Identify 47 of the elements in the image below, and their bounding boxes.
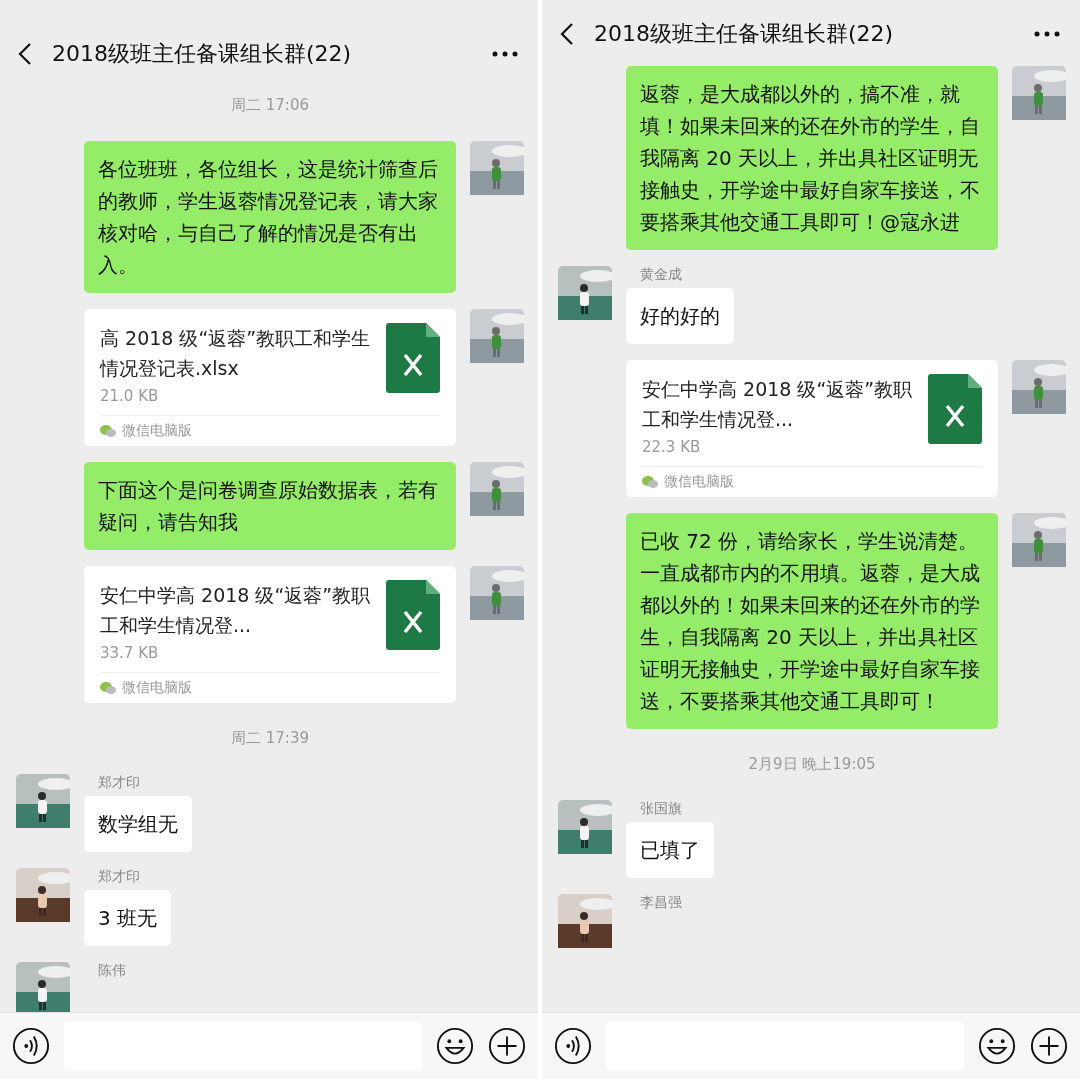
file-name: 高 2018 级“返蓉”教职工和学生情况登记表.xlsx <box>100 326 372 381</box>
file-source: 微信电脑版 <box>122 422 192 440</box>
back-icon[interactable] <box>560 22 574 46</box>
chat-title: 2018级班主任备课组长群(22) <box>52 40 353 68</box>
add-icon[interactable] <box>488 1027 526 1065</box>
sender-name: 郑才印 <box>97 868 141 886</box>
sender-name: 郑才印 <box>97 774 141 792</box>
chat-title: 2018级班主任备课组长群(22) <box>594 20 895 48</box>
emoji-icon[interactable] <box>978 1027 1016 1065</box>
more-icon[interactable] <box>1034 31 1060 37</box>
sender-name: 黄金成 <box>639 266 683 284</box>
emoji-icon[interactable] <box>436 1027 474 1065</box>
message-bubble: 数学组无 <box>84 796 192 852</box>
file-source: 微信电脑版 <box>122 679 192 697</box>
file-card[interactable]: 安仁中学高 2018 级“返蓉”教职工和学生情况登... 33.7 KB 微信电脑版 <box>84 566 456 703</box>
file-card[interactable]: 高 2018 级“返蓉”教职工和学生情况登记表.xlsx 21.0 KB 微信电脑版 <box>84 309 456 446</box>
file-size: 22.3 KB <box>642 438 702 456</box>
file-source: 微信电脑版 <box>664 473 734 491</box>
timestamp: 周二 17:06 <box>230 95 310 116</box>
message-bubble: 3 班无 <box>84 890 172 946</box>
file-size: 21.0 KB <box>100 387 160 405</box>
sender-name: 陈伟 <box>97 962 126 980</box>
wechat-icon <box>642 475 658 489</box>
timestamp: 2月9日 晚上19:05 <box>747 754 877 775</box>
message-bubble: 下面这个是问卷调查原始数据表，若有疑问，请告知我 <box>84 462 456 550</box>
message-bubble: 好的好的 <box>626 288 734 344</box>
wechat-icon <box>100 681 116 695</box>
file-card[interactable]: 安仁中学高 2018 级“返蓉”教职工和学生情况登... 22.3 KB 微信电脑版 <box>626 360 998 497</box>
message-bubble: 各位班班，各位组长，这是统计筛查后的教师，学生返蓉情况登记表，请大家核对哈，与自己了解的情况是否有出入。 <box>84 141 456 293</box>
message-bubble: 已填了 <box>626 822 714 878</box>
sender-name: 李昌强 <box>639 894 682 912</box>
spreadsheet-icon <box>386 323 440 393</box>
wechat-icon <box>100 424 116 438</box>
spreadsheet-icon <box>386 580 440 650</box>
message-bubble: 已收 72 份，请给家长，学生说清楚。一直成都市内的不用填。返蓉，是大成都以外的！如果未回来的还在外市的学生，自我隔离 20 天以上，并出具社区证明无接触史，开学途中最好自家车接送，不要搭乘其他交通工具即可！ <box>626 513 998 729</box>
voice-icon[interactable] <box>12 1027 50 1065</box>
sender-name: 张国旗 <box>639 800 683 818</box>
more-icon[interactable] <box>492 51 518 57</box>
timestamp: 周二 17:39 <box>230 728 310 749</box>
file-name: 安仁中学高 2018 级“返蓉”教职工和学生情况登... <box>100 583 372 638</box>
file-size: 33.7 KB <box>100 644 160 662</box>
message-bubble: 返蓉，是大成都以外的，搞不准，就填！如果未回来的还在外市的学生，自我隔离 20 天以上，并出具社区证明无接触史，开学途中最好自家车接送，不要搭乘其他交通工具即可！@寇永进 <box>626 66 998 250</box>
file-name: 安仁中学高 2018 级“返蓉”教职工和学生情况登... <box>642 377 914 432</box>
add-icon[interactable] <box>1030 1027 1068 1065</box>
spreadsheet-icon <box>928 374 982 444</box>
voice-icon[interactable] <box>554 1027 592 1065</box>
back-icon[interactable] <box>18 42 32 66</box>
